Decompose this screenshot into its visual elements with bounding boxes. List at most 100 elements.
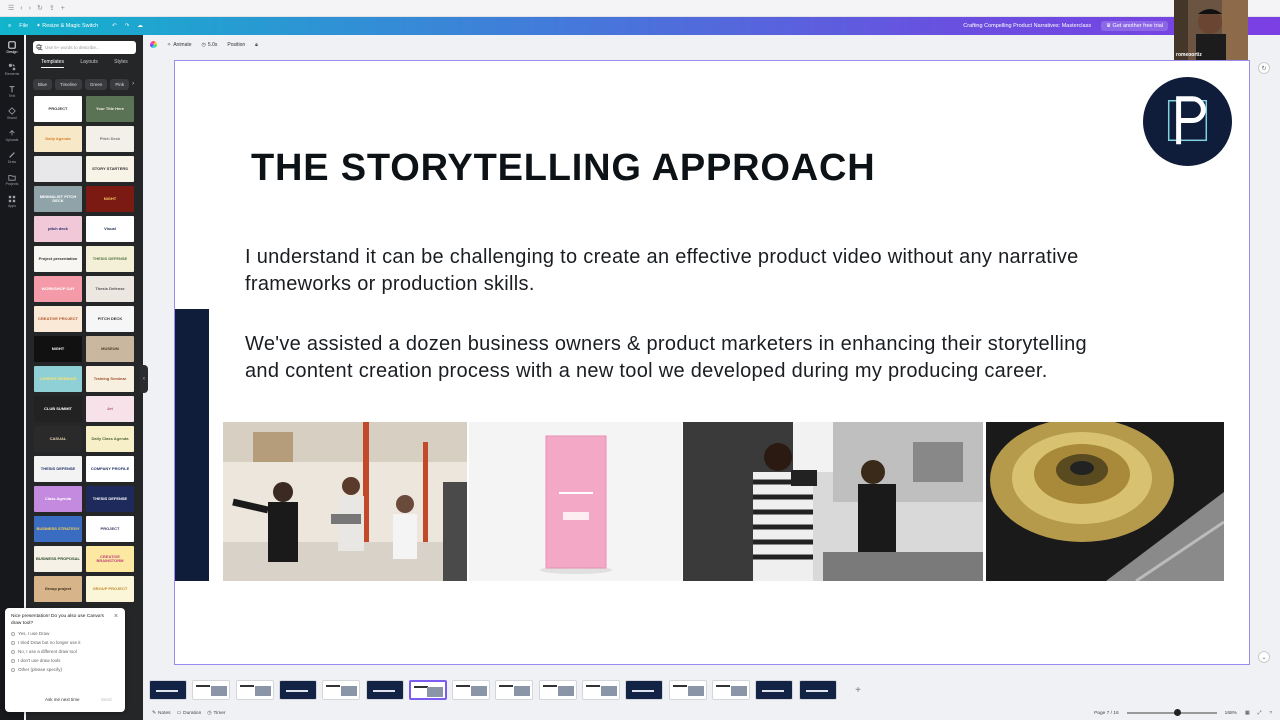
duration-button[interactable]: ▭ Duration: [177, 711, 202, 716]
photo-team-studio[interactable]: [223, 422, 467, 581]
template-thumbnail[interactable]: Group project: [34, 576, 82, 602]
free-trial-button[interactable]: ♛ Get another free trial: [1101, 21, 1168, 31]
page-thumbnail[interactable]: [192, 680, 231, 700]
template-thumbnail[interactable]: CREATIVE PROJECT: [34, 306, 82, 332]
photo-product-bottle[interactable]: [469, 422, 682, 581]
template-thumbnail[interactable]: [34, 156, 82, 182]
fullscreen-icon[interactable]: ⤢: [1257, 710, 1261, 716]
back-icon[interactable]: ‹: [20, 5, 22, 12]
page-thumbnail[interactable]: [452, 680, 491, 700]
template-thumbnail[interactable]: MUSEUM: [86, 336, 134, 362]
rail-draw[interactable]: Draw: [8, 151, 16, 164]
page-thumbnail[interactable]: [495, 680, 534, 700]
template-thumbnail[interactable]: BUSINESS STRATEGY: [34, 516, 82, 542]
tab-layouts[interactable]: Layouts: [80, 59, 98, 68]
template-thumbnail[interactable]: Daily Agenda: [34, 126, 82, 152]
color-wheel-icon[interactable]: [150, 41, 157, 48]
page-thumbnail[interactable]: [711, 680, 750, 700]
slide-title[interactable]: THE STORYTELLING APPROACH: [251, 147, 876, 190]
template-thumbnail[interactable]: PITCH DECK: [86, 306, 134, 332]
duration-button[interactable]: ◷ 5.0s: [202, 42, 218, 48]
collapse-panel-button[interactable]: ‹: [140, 365, 148, 393]
page-thumbnail[interactable]: [408, 680, 447, 700]
template-thumbnail[interactable]: CAREER WEBINAR: [34, 366, 82, 392]
tab-styles[interactable]: Styles: [114, 59, 128, 68]
rail-apps[interactable]: Apps: [8, 195, 16, 208]
document-title[interactable]: Crafting Compelling Product Narratives: …: [963, 23, 1091, 29]
help-icon[interactable]: ?: [1269, 711, 1272, 716]
rail-text[interactable]: Text: [8, 85, 16, 98]
chip-pink[interactable]: Pink: [110, 79, 130, 90]
survey-option[interactable]: No, I use a different draw tool: [11, 649, 119, 654]
template-thumbnail[interactable]: PROJECT: [34, 96, 82, 122]
tab-templates[interactable]: Templates: [41, 59, 64, 68]
template-thumbnail[interactable]: THESIS DEFENSE: [34, 456, 82, 482]
timer-button[interactable]: ◷ Timer: [207, 711, 225, 716]
zoom-slider[interactable]: [1126, 709, 1217, 716]
template-thumbnail[interactable]: WORKSHOP DAY: [34, 276, 82, 302]
template-thumbnail[interactable]: Class Agenda: [34, 486, 82, 512]
rail-design[interactable]: Design: [7, 41, 17, 54]
rail-projects[interactable]: Projects: [6, 173, 18, 186]
template-thumbnail[interactable]: CREATIVE BRAINSTORM: [86, 546, 134, 572]
page-thumbnail[interactable]: [625, 680, 664, 700]
photo-kitchen-filming[interactable]: [683, 422, 983, 581]
page-thumbnail[interactable]: [755, 680, 794, 700]
template-search-input[interactable]: Use 5+ words to describe...: [33, 41, 136, 54]
position-button[interactable]: Position: [227, 42, 245, 48]
template-thumbnail[interactable]: Visual: [86, 216, 134, 242]
add-tab-icon[interactable]: +: [61, 5, 65, 12]
send-button[interactable]: Send: [101, 697, 112, 702]
zoom-handle[interactable]: [1173, 709, 1181, 716]
page-indicator[interactable]: Page 7 / 16: [1094, 711, 1119, 716]
template-thumbnail[interactable]: CLUB SUMMIT: [34, 396, 82, 422]
chevron-right-icon[interactable]: ›: [132, 79, 134, 90]
template-thumbnail[interactable]: pitch deck: [34, 216, 82, 242]
template-thumbnail[interactable]: GROUP PROJECT: [86, 576, 134, 602]
chip-blue[interactable]: Blue: [33, 79, 53, 90]
refresh-slide-icon[interactable]: ↻: [1258, 62, 1270, 74]
slide-canvas[interactable]: THE STORYTELLING APPROACH I understand i…: [174, 60, 1250, 665]
template-thumbnail[interactable]: Thesis Defense: [86, 276, 134, 302]
chip-green[interactable]: Green: [84, 79, 108, 90]
survey-option[interactable]: Yes, I use Draw: [11, 631, 119, 636]
template-thumbnail[interactable]: Training Seminar: [86, 366, 134, 392]
close-icon[interactable]: ×: [114, 613, 118, 620]
template-thumbnail[interactable]: CASUAL: [34, 426, 82, 452]
template-thumbnail[interactable]: Project presentation: [34, 246, 82, 272]
template-thumbnail[interactable]: Pitch Deck: [86, 126, 134, 152]
template-thumbnail[interactable]: COMPANY PROFILE: [86, 456, 134, 482]
collapse-icon[interactable]: ⌄: [1258, 651, 1270, 663]
ask-later-button[interactable]: Ask me next time: [45, 697, 80, 702]
filter-icon[interactable]: [36, 44, 43, 51]
menu-icon[interactable]: ☰: [8, 4, 14, 12]
survey-option[interactable]: I tried Draw but no longer use it: [11, 640, 119, 645]
survey-option[interactable]: Other (please specify): [11, 667, 119, 672]
page-thumbnail[interactable]: [582, 680, 620, 700]
page-thumbnail[interactable]: [538, 680, 577, 700]
undo-icon[interactable]: ↶: [112, 23, 117, 29]
rail-uploads[interactable]: Uploads: [6, 129, 18, 142]
photo-gas-burner[interactable]: [986, 422, 1224, 581]
survey-option[interactable]: I don't use draw tools: [11, 658, 119, 663]
refresh-icon[interactable]: ↻: [37, 4, 43, 12]
add-page-button[interactable]: +: [848, 680, 868, 700]
template-thumbnail[interactable]: NIGHT: [34, 336, 82, 362]
file-menu[interactable]: File: [19, 23, 28, 29]
slide-paragraph-1[interactable]: I understand it can be challenging to cr…: [245, 244, 1125, 298]
template-thumbnail[interactable]: THESIS DEFENSE: [86, 486, 134, 512]
template-thumbnail[interactable]: THESIS DEFENSE: [86, 246, 134, 272]
template-thumbnail[interactable]: Daily Class Agenda: [86, 426, 134, 452]
redo-icon[interactable]: ↷: [125, 23, 130, 29]
template-thumbnail[interactable]: PROJECT: [86, 516, 134, 542]
rail-elements[interactable]: Elements: [5, 63, 19, 76]
page-thumbnail[interactable]: [322, 680, 361, 700]
template-thumbnail[interactable]: STORY STARTERS: [86, 156, 134, 182]
page-thumbnail[interactable]: [668, 680, 707, 700]
zoom-level[interactable]: 168%: [1225, 711, 1237, 716]
page-thumbnail[interactable]: [149, 680, 187, 700]
grid-view-icon[interactable]: ▦: [1245, 711, 1250, 716]
forward-icon[interactable]: ›: [29, 5, 31, 12]
page-thumbnail[interactable]: [365, 680, 404, 700]
template-thumbnail[interactable]: NIGHT: [86, 186, 134, 212]
